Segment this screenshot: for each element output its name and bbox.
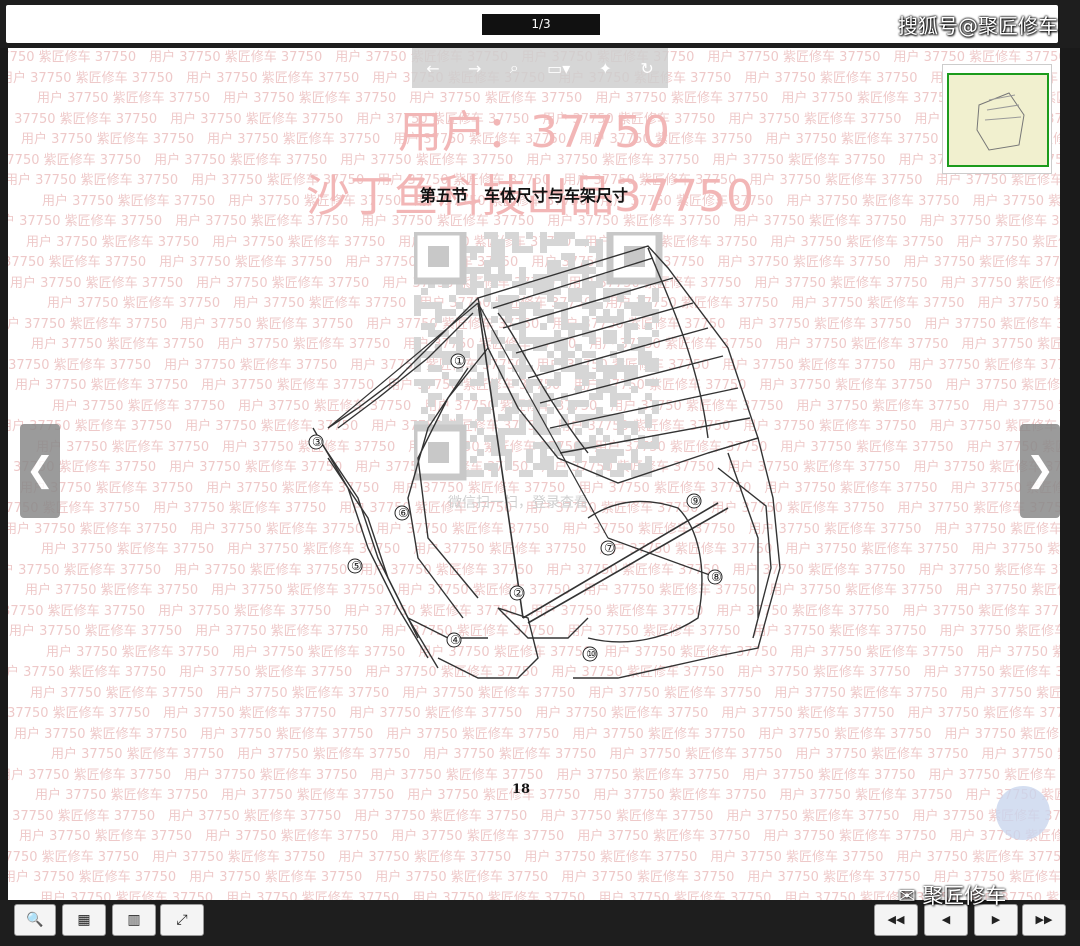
vehicle-body-diagram: ① ② ③ ④ ⑤ ⑥ ⑦ ⑧ ⑨ ⑩ bbox=[308, 245, 781, 679]
gzh-watermark: ✉ 聚匠修车 bbox=[898, 880, 1006, 910]
pointer-icon[interactable]: ✦ bbox=[599, 59, 612, 78]
wechat-icon: ✉ bbox=[898, 884, 923, 908]
user-watermark: 用户：37750 bbox=[398, 107, 670, 158]
sohu-watermark: 搜狐号@聚匠修车 bbox=[898, 14, 1058, 38]
floating-viewer-toolbar: ← → ⌕ ▭▾ ✦ ↻ bbox=[412, 48, 668, 88]
watermark-row: 用户 37750 紫匠修车 37750 用户 37750 紫匠修车 37750 … bbox=[8, 808, 1060, 824]
watermark-row: 用户 37750 紫匠修车 37750 用户 37750 紫匠修车 37750 … bbox=[19, 829, 1060, 844]
callout-5: ⑤ bbox=[351, 559, 362, 573]
previous-page-button[interactable]: ❮ bbox=[20, 424, 60, 518]
callout-2: ② bbox=[513, 586, 524, 600]
callout-10: ⑩ bbox=[586, 647, 597, 661]
fit-page-icon[interactable]: ▭▾ bbox=[547, 59, 570, 78]
callout-9: ⑨ bbox=[690, 494, 701, 508]
last-page-button[interactable]: ▶▶ bbox=[1022, 904, 1066, 936]
thumbnail-drawing bbox=[976, 92, 1025, 151]
thumbnails-button[interactable]: ▦ bbox=[62, 904, 106, 936]
callout-6: ⑥ bbox=[398, 506, 409, 520]
car-badge-icon bbox=[996, 786, 1050, 840]
zoom-icon[interactable]: ⌕ bbox=[510, 58, 519, 78]
callout-1: ① bbox=[454, 354, 465, 368]
rotate-icon[interactable]: ↻ bbox=[640, 59, 653, 78]
document-page: 用户 37750 紫匠修车 37750 用户 37750 紫匠修车 37750 … bbox=[8, 48, 1060, 900]
zoom-button[interactable]: 🔍 bbox=[14, 904, 56, 936]
watermark-row: 用户 37750 紫匠修车 37750 用户 37750 紫匠修车 37750 … bbox=[51, 747, 1060, 762]
callout-7: ⑦ bbox=[604, 541, 615, 555]
next-page-button[interactable]: ❯ bbox=[1020, 424, 1060, 518]
prev-arrow-icon[interactable]: ← bbox=[426, 59, 439, 78]
callout-8: ⑧ bbox=[711, 570, 722, 584]
gzh-label: 聚匠修车 bbox=[922, 884, 1007, 908]
watermark-row: 用户 37750 紫匠修车 37750 用户 37750 紫匠修车 37750 … bbox=[8, 706, 1060, 721]
watermark-row: 用户 37750 紫匠修车 37750 用户 37750 紫匠修车 37750 … bbox=[8, 849, 1060, 865]
callout-4: ④ bbox=[450, 633, 461, 647]
watermark-row: 用户 37750 紫匠修车 37750 用户 37750 紫匠修车 37750 … bbox=[35, 788, 1060, 803]
next-arrow-icon[interactable]: → bbox=[468, 59, 481, 78]
fullscreen-button[interactable]: ⤢ bbox=[160, 904, 204, 936]
callout-3: ③ bbox=[312, 435, 323, 449]
page-number: 18 bbox=[512, 782, 531, 797]
page-indicator: 1/3 bbox=[482, 14, 600, 35]
bookmarks-button[interactable]: ▥ bbox=[112, 904, 156, 936]
watermark-row: 用户 37750 紫匠修车 37750 用户 37750 紫匠修车 37750 … bbox=[8, 767, 1060, 783]
section-title: 第五节 车体尺寸与车架尺寸 bbox=[420, 186, 629, 205]
page-thumbnail[interactable] bbox=[942, 64, 1052, 174]
thumbnail-viewport bbox=[947, 73, 1049, 167]
watermark-row: 用户 37750 紫匠修车 37750 用户 37750 紫匠修车 37750 … bbox=[14, 726, 1060, 742]
